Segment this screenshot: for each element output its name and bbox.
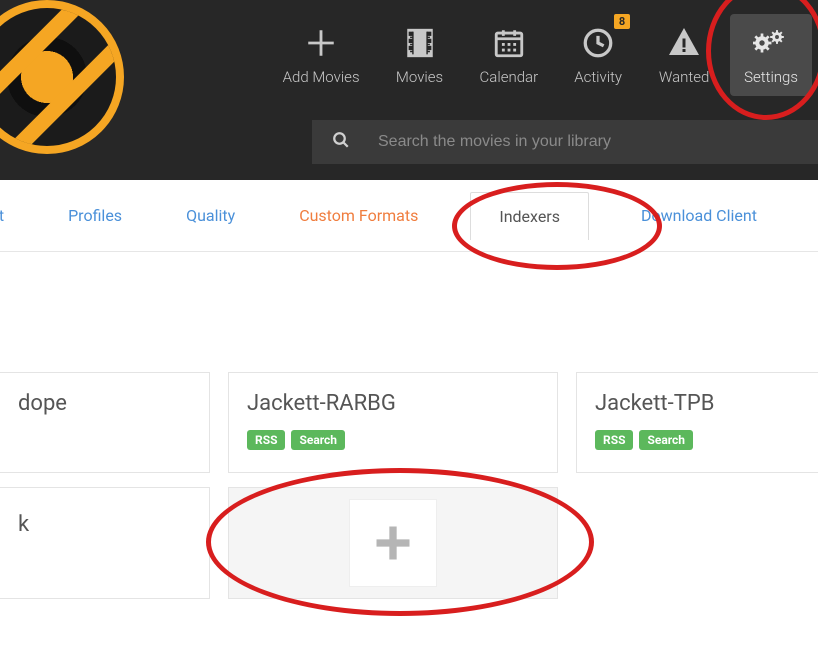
nav-label: Calendar — [480, 68, 539, 86]
nav-label: Add Movies — [283, 68, 360, 86]
indexer-name: Jackett-TPB — [595, 391, 818, 416]
clock-icon — [581, 22, 615, 64]
nav-activity[interactable]: 8 Activity — [558, 14, 638, 96]
plus-icon — [304, 22, 338, 64]
film-icon — [403, 22, 437, 64]
indexer-name: k — [18, 512, 29, 537]
nav-settings[interactable]: Settings — [730, 14, 812, 96]
tab-profiles[interactable]: Profiles — [56, 196, 134, 235]
gears-icon — [753, 22, 789, 64]
nav-movies[interactable]: Movies — [380, 14, 460, 96]
indexer-card[interactable]: Jackett-RARBG RSS Search — [228, 372, 558, 473]
add-indexer-card[interactable] — [228, 487, 558, 599]
tab-quality[interactable]: Quality — [174, 196, 247, 235]
nav-items: Add Movies Movies Calendar 8 Activity — [269, 14, 812, 96]
nav-calendar[interactable]: Calendar — [466, 14, 553, 96]
indexers-grid-row2: k — [0, 487, 818, 599]
indexer-badges: RSS Search — [595, 430, 818, 450]
indexer-badges: RSS Search — [247, 430, 539, 450]
search-icon — [332, 131, 350, 153]
tab-download-client[interactable]: Download Client — [629, 196, 769, 235]
nav-label: Wanted — [659, 68, 709, 86]
indexer-card[interactable]: Jackett-TPB RSS Search — [576, 372, 818, 473]
badge-rss: RSS — [595, 430, 633, 450]
activity-badge: 8 — [614, 14, 630, 29]
search-input[interactable] — [378, 133, 798, 151]
searchbar — [312, 120, 818, 164]
top-navbar: Add Movies Movies Calendar 8 Activity — [0, 0, 818, 180]
nav-add-movies[interactable]: Add Movies — [269, 14, 374, 96]
indexer-name: dope — [18, 391, 199, 416]
warning-icon — [666, 22, 702, 64]
nav-label: Activity — [574, 68, 622, 86]
nav-label: Settings — [744, 68, 798, 86]
tab-custom-formats[interactable]: Custom Formats — [287, 196, 430, 235]
tab-indexers[interactable]: Indexers — [470, 192, 589, 240]
badge-search: Search — [291, 430, 345, 450]
settings-tabs: nt Profiles Quality Custom Formats Index… — [0, 180, 818, 252]
badge-search: Search — [639, 430, 693, 450]
nav-label: Movies — [396, 68, 443, 86]
badge-rss: RSS — [247, 430, 285, 450]
app-logo — [0, 0, 124, 154]
nav-wanted[interactable]: Wanted — [644, 14, 724, 96]
indexer-card-partial[interactable]: k — [0, 487, 210, 599]
add-plus-box — [349, 499, 437, 587]
indexer-card[interactable]: dope — [0, 372, 210, 473]
calendar-icon — [492, 22, 526, 64]
indexers-grid: dope Jackett-RARBG RSS Search Jackett-TP… — [0, 252, 818, 473]
tab-partial-left[interactable]: nt — [0, 196, 16, 235]
plus-icon — [371, 521, 415, 565]
indexer-name: Jackett-RARBG — [247, 391, 539, 416]
